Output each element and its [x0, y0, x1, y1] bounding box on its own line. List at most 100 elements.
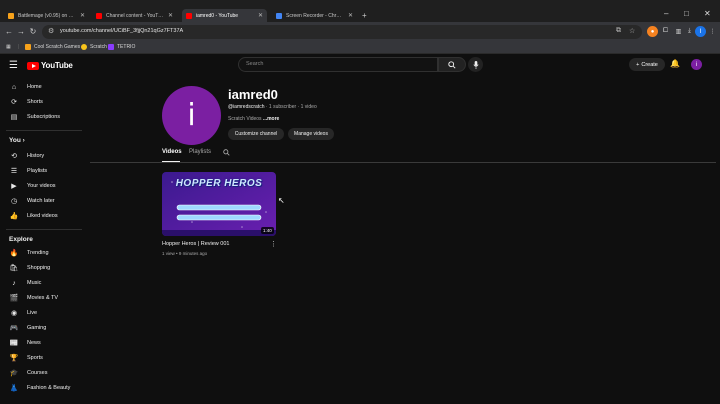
notifications-bell-icon[interactable]: 🔔 — [670, 59, 680, 68]
sidebar-item-home[interactable]: ⌂ Home — [0, 80, 86, 94]
forward-icon[interactable]: → — [16, 27, 26, 36]
site-info-icon[interactable]: ⚙ — [48, 27, 54, 35]
channel-name: iamred0 — [228, 87, 278, 102]
mouse-cursor-icon: ↖ — [278, 196, 285, 205]
home-icon: ⌂ — [11, 83, 17, 91]
shopping-bag-icon: 🛍 — [9, 265, 19, 272]
sidebar-item-music[interactable]: ♪ Music — [0, 276, 86, 290]
sidebar-item-shorts[interactable]: ⟳ Shorts — [0, 95, 86, 109]
sidebar-item-label: Sports — [27, 355, 43, 361]
minimize-icon[interactable]: – — [664, 9, 668, 18]
sidebar-item-fashion-beauty[interactable]: 👗 Fashion & Beauty — [0, 381, 86, 395]
channel-meta: @iamredscratch · 1 subscriber · 1 video — [228, 104, 317, 110]
sidebar-item-watch-later[interactable]: ◷ Watch later — [0, 194, 86, 208]
browser-tab-active[interactable]: iamred0 - YouTube ✕ — [182, 9, 267, 22]
close-tab-icon[interactable]: ✕ — [258, 12, 263, 19]
search-input[interactable]: Search — [238, 57, 438, 72]
video-duration: 1:40 — [261, 227, 274, 234]
browser-tab-bar: Battlemage (v0.95) on Scratch ✕ Channel … — [0, 0, 720, 22]
video-thumbnail[interactable]: HOPPER HEROS — [162, 172, 276, 236]
browser-tab[interactable]: Screen Recorder - Chrome Web Store ✕ — [272, 9, 357, 22]
sidebar-item-playlists[interactable]: ☰ Playlists — [0, 164, 86, 178]
movies-icon: 🎬 — [9, 295, 19, 302]
search-button[interactable] — [438, 57, 466, 72]
close-window-icon[interactable]: ✕ — [704, 9, 711, 18]
sidebar-divider — [6, 229, 82, 230]
create-button[interactable]: + Create — [629, 58, 665, 71]
reload-icon[interactable]: ↻ — [28, 27, 38, 36]
scrollbar[interactable] — [716, 54, 720, 404]
sidebar-you-heading[interactable]: You › — [9, 137, 25, 144]
sidebar-item-subscriptions[interactable]: ▤ Subscriptions — [0, 110, 86, 124]
back-icon[interactable]: ← — [4, 27, 14, 36]
sidebar-item-news[interactable]: 📰 News — [0, 336, 86, 350]
video-title[interactable]: Hopper Heros | Review 001 — [162, 241, 229, 247]
url-text: youtube.com/channel/UCiBF_3fjjQn21qGz7FT… — [60, 28, 184, 34]
sidebar-item-label: Playlists — [27, 168, 48, 174]
channel-handle: @iamredscratch — [228, 104, 265, 110]
trophy-icon: 🏆 — [9, 355, 19, 362]
tab-title: Screen Recorder - Chrome Web Store — [286, 12, 344, 19]
browser-tab[interactable]: Battlemage (v0.95) on Scratch ✕ — [4, 9, 89, 22]
sidebar-item-shopping[interactable]: 🛍 Shopping — [0, 261, 86, 275]
hamburger-menu-icon[interactable]: ☰ — [9, 60, 18, 71]
browser-tab[interactable]: Channel content - YouTube Studio ✕ — [92, 9, 177, 22]
browser-menu-icon[interactable]: ⋮ — [707, 26, 718, 37]
sidebar-item-label: Home — [27, 84, 42, 90]
sidebar-item-your-videos[interactable]: ▶ Your videos — [0, 179, 86, 193]
bookmark-scratch[interactable]: Scratch — [81, 44, 107, 50]
fashion-icon: 👗 — [9, 385, 19, 392]
chevron-right-icon: › — [22, 137, 25, 144]
sidebar-item-history[interactable]: ⟲ History — [0, 149, 86, 163]
sidebar-item-movies-tv[interactable]: 🎬 Movies & TV — [0, 291, 86, 305]
bookmark-tetrio[interactable]: TETRIO — [108, 44, 135, 50]
sidebar-item-trending[interactable]: 🔥 Trending — [0, 246, 86, 260]
apps-grid-icon[interactable]: ▦ — [6, 44, 11, 50]
sidebar-item-label: Shorts — [27, 99, 43, 105]
customize-channel-button[interactable]: Customize channel — [228, 128, 284, 140]
search-placeholder: Search — [246, 61, 264, 67]
bookmark-star-icon[interactable]: ☆ — [629, 27, 635, 35]
sidebar-item-sports[interactable]: 🏆 Sports — [0, 351, 86, 365]
clock-icon: ◷ — [10, 198, 18, 205]
channel-description[interactable]: Scratch Videos ...more — [228, 116, 279, 122]
youtube-logo[interactable]: YouTube — [27, 61, 73, 70]
browser-toolbar: ← → ↻ ⚙ youtube.com/channel/UCiBF_3fjjQn… — [0, 22, 720, 42]
install-icon[interactable]: ⧉ — [616, 27, 621, 35]
sidebar-item-live[interactable]: ◉ Live — [0, 306, 86, 320]
sidebar-explore-heading: Explore — [9, 236, 33, 243]
address-bar[interactable]: ⚙ youtube.com/channel/UCiBF_3fjjQn21qGz7… — [42, 25, 642, 39]
more-link[interactable]: ...more — [263, 116, 279, 122]
close-tab-icon[interactable]: ✕ — [80, 12, 85, 19]
tetrio-icon — [108, 44, 114, 50]
sidebar-item-label: Shopping — [27, 265, 51, 271]
bookmark-label: Cool Scratch Games — [34, 44, 81, 50]
sidebar-item-gaming[interactable]: 🎮 Gaming — [0, 321, 86, 335]
channel-search-icon[interactable] — [223, 149, 230, 158]
extension-icon[interactable]: ● — [647, 26, 658, 37]
sidebar-item-label: Movies & TV — [27, 295, 59, 301]
tab-videos[interactable]: Videos — [162, 149, 182, 155]
download-icon[interactable]: ⤓ — [684, 26, 695, 37]
profile-avatar[interactable]: I — [695, 26, 706, 37]
tab-playlists[interactable]: Playlists — [189, 149, 211, 155]
close-tab-icon[interactable]: ✕ — [168, 12, 173, 19]
sidebar-item-courses[interactable]: 🎓 Courses — [0, 366, 86, 380]
sidebar-item-liked-videos[interactable]: 👍 Liked videos — [0, 209, 86, 223]
music-icon: ♪ — [12, 279, 16, 287]
close-tab-icon[interactable]: ✕ — [348, 12, 353, 19]
channel-avatar[interactable]: i — [162, 86, 221, 145]
microphone-icon — [472, 60, 479, 69]
video-options-icon[interactable]: ⋮ — [270, 240, 277, 248]
youtube-favicon-icon — [96, 12, 102, 19]
sidebar-toggle-icon[interactable]: ▥ — [673, 26, 684, 37]
plus-icon: + — [636, 61, 640, 68]
extensions-puzzle-icon[interactable]: ⧠ — [660, 26, 671, 37]
bookmark-cool-scratch-games[interactable]: Cool Scratch Games — [25, 44, 80, 50]
playlists-icon: ☰ — [10, 168, 18, 175]
account-avatar[interactable]: i — [691, 59, 702, 70]
manage-videos-button[interactable]: Manage videos — [288, 128, 334, 140]
voice-search-button[interactable] — [468, 57, 483, 72]
new-tab-button[interactable]: + — [362, 11, 367, 20]
maximize-icon[interactable]: □ — [684, 9, 689, 18]
